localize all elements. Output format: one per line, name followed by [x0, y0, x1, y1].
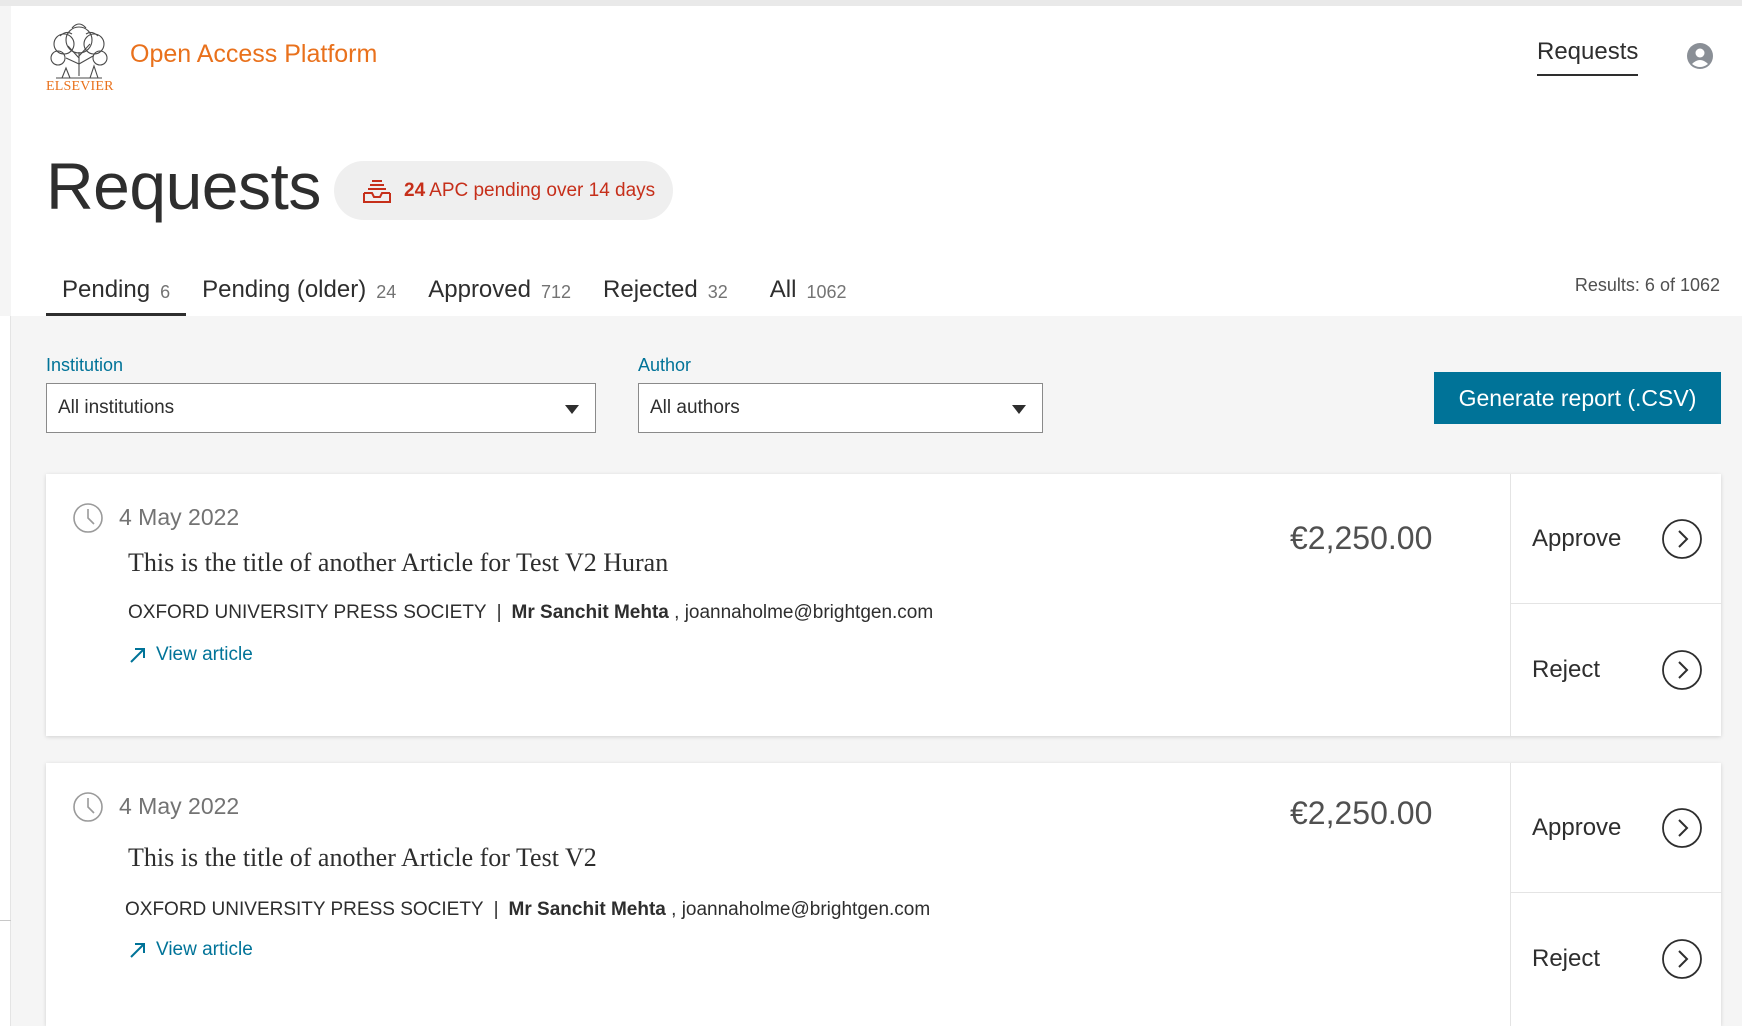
- left-edge-tick: [0, 920, 11, 921]
- page-title: Requests: [46, 149, 321, 223]
- pending-alert-message: APC pending over 14 days: [429, 179, 656, 201]
- institution-select-value: All institutions: [58, 397, 175, 418]
- view-article-link[interactable]: View article: [128, 939, 253, 961]
- tab-count: 1062: [806, 282, 847, 302]
- elsevier-wordmark: ELSEVIER: [46, 79, 114, 94]
- nav-requests-link[interactable]: Requests: [1537, 38, 1639, 76]
- article-title: This is the title of another Article for…: [128, 548, 669, 577]
- chevron-right-circle-icon: [1662, 518, 1702, 559]
- author-name: Mr Sanchit Mehta: [508, 899, 666, 920]
- view-article-label: View article: [156, 939, 253, 960]
- view-article-link[interactable]: View article: [128, 644, 253, 666]
- inbox-icon: [363, 179, 391, 203]
- publisher-name: OXFORD UNIVERSITY PRESS SOCIETY: [125, 899, 484, 920]
- clock-icon: [73, 503, 103, 533]
- chevron-right-circle-icon: [1662, 807, 1702, 848]
- tab-count: 712: [540, 282, 572, 302]
- request-card: 4 May 2022 This is the title of another …: [46, 763, 1722, 1026]
- chevron-right-circle-icon: [1662, 939, 1702, 979]
- meta-separator: |: [496, 602, 502, 623]
- tab-count: 24: [376, 282, 397, 302]
- approve-button[interactable]: Approve: [1511, 474, 1722, 604]
- tab-count: 6: [160, 282, 171, 302]
- caret-down-icon: [1012, 405, 1026, 414]
- external-arrow-icon: [130, 943, 145, 958]
- caret-down-icon: [565, 405, 579, 414]
- request-actions: Approve Reject: [1510, 474, 1722, 736]
- institution-select[interactable]: All institutions: [46, 383, 596, 433]
- author-email: , joannaholme@brightgen.com: [671, 899, 931, 920]
- tab-label: Pending: [62, 276, 151, 303]
- reject-label: Reject: [1532, 656, 1601, 683]
- author-name: Mr Sanchit Mehta: [511, 602, 669, 623]
- reject-label: Reject: [1532, 945, 1601, 972]
- request-card: 4 May 2022 This is the title of another …: [46, 474, 1722, 736]
- tab-rejected[interactable]: Rejected 32: [587, 268, 754, 316]
- tab-count: 32: [707, 282, 728, 302]
- tab-approved[interactable]: Approved 712: [412, 268, 587, 316]
- author-email: , joannaholme@brightgen.com: [674, 602, 934, 623]
- reject-button[interactable]: Reject: [1511, 604, 1722, 736]
- author-select[interactable]: All authors: [638, 383, 1043, 433]
- tab-label: Pending (older): [202, 276, 367, 303]
- author-filter-label: Author: [638, 355, 692, 375]
- chevron-right-circle-icon: [1662, 650, 1702, 690]
- approve-label: Approve: [1532, 524, 1622, 552]
- request-price: €2,250.00: [1290, 795, 1433, 831]
- approve-label: Approve: [1532, 813, 1622, 841]
- request-meta: OXFORD UNIVERSITY PRESS SOCIETY | Mr Sanch…: [128, 602, 933, 624]
- status-tabs: Pending 6 Pending (older) 24 Approved 71…: [46, 268, 863, 318]
- clock-icon: [73, 792, 103, 822]
- meta-separator: |: [493, 899, 499, 920]
- tab-pending-older[interactable]: Pending (older) 24: [186, 268, 412, 316]
- view-article-label: View article: [156, 644, 253, 665]
- institution-filter-label: Institution: [46, 355, 124, 375]
- tab-label: Approved: [428, 276, 531, 303]
- tab-label: All: [769, 276, 797, 303]
- platform-title[interactable]: Open Access Platform: [130, 40, 377, 69]
- tab-pending[interactable]: Pending 6: [46, 268, 187, 316]
- request-date: 4 May 2022: [119, 793, 240, 819]
- generate-report-button[interactable]: Generate report (.CSV): [1434, 372, 1721, 424]
- request-meta: OXFORD UNIVERSITY PRESS SOCIETY | Mr Sanch…: [125, 899, 930, 921]
- article-title: This is the title of another Article for…: [128, 843, 597, 872]
- request-price: €2,250.00: [1290, 520, 1433, 556]
- request-date: 4 May 2022: [119, 504, 240, 530]
- request-actions: Approve Reject: [1510, 763, 1722, 1026]
- pending-alert-count: 24: [404, 179, 426, 201]
- user-account-icon[interactable]: [1686, 42, 1714, 70]
- tab-all[interactable]: All 1062: [754, 268, 863, 316]
- publisher-name: OXFORD UNIVERSITY PRESS SOCIETY: [128, 602, 487, 623]
- author-select-value: All authors: [650, 397, 740, 418]
- external-arrow-icon: [130, 648, 145, 663]
- pending-alert-badge[interactable]: 24 APC pending over 14 days: [334, 161, 673, 220]
- results-count: Results: 6 of 1062: [1574, 275, 1720, 295]
- approve-button[interactable]: Approve: [1511, 763, 1722, 893]
- tab-label: Rejected: [603, 276, 698, 303]
- reject-button[interactable]: Reject: [1511, 893, 1722, 1025]
